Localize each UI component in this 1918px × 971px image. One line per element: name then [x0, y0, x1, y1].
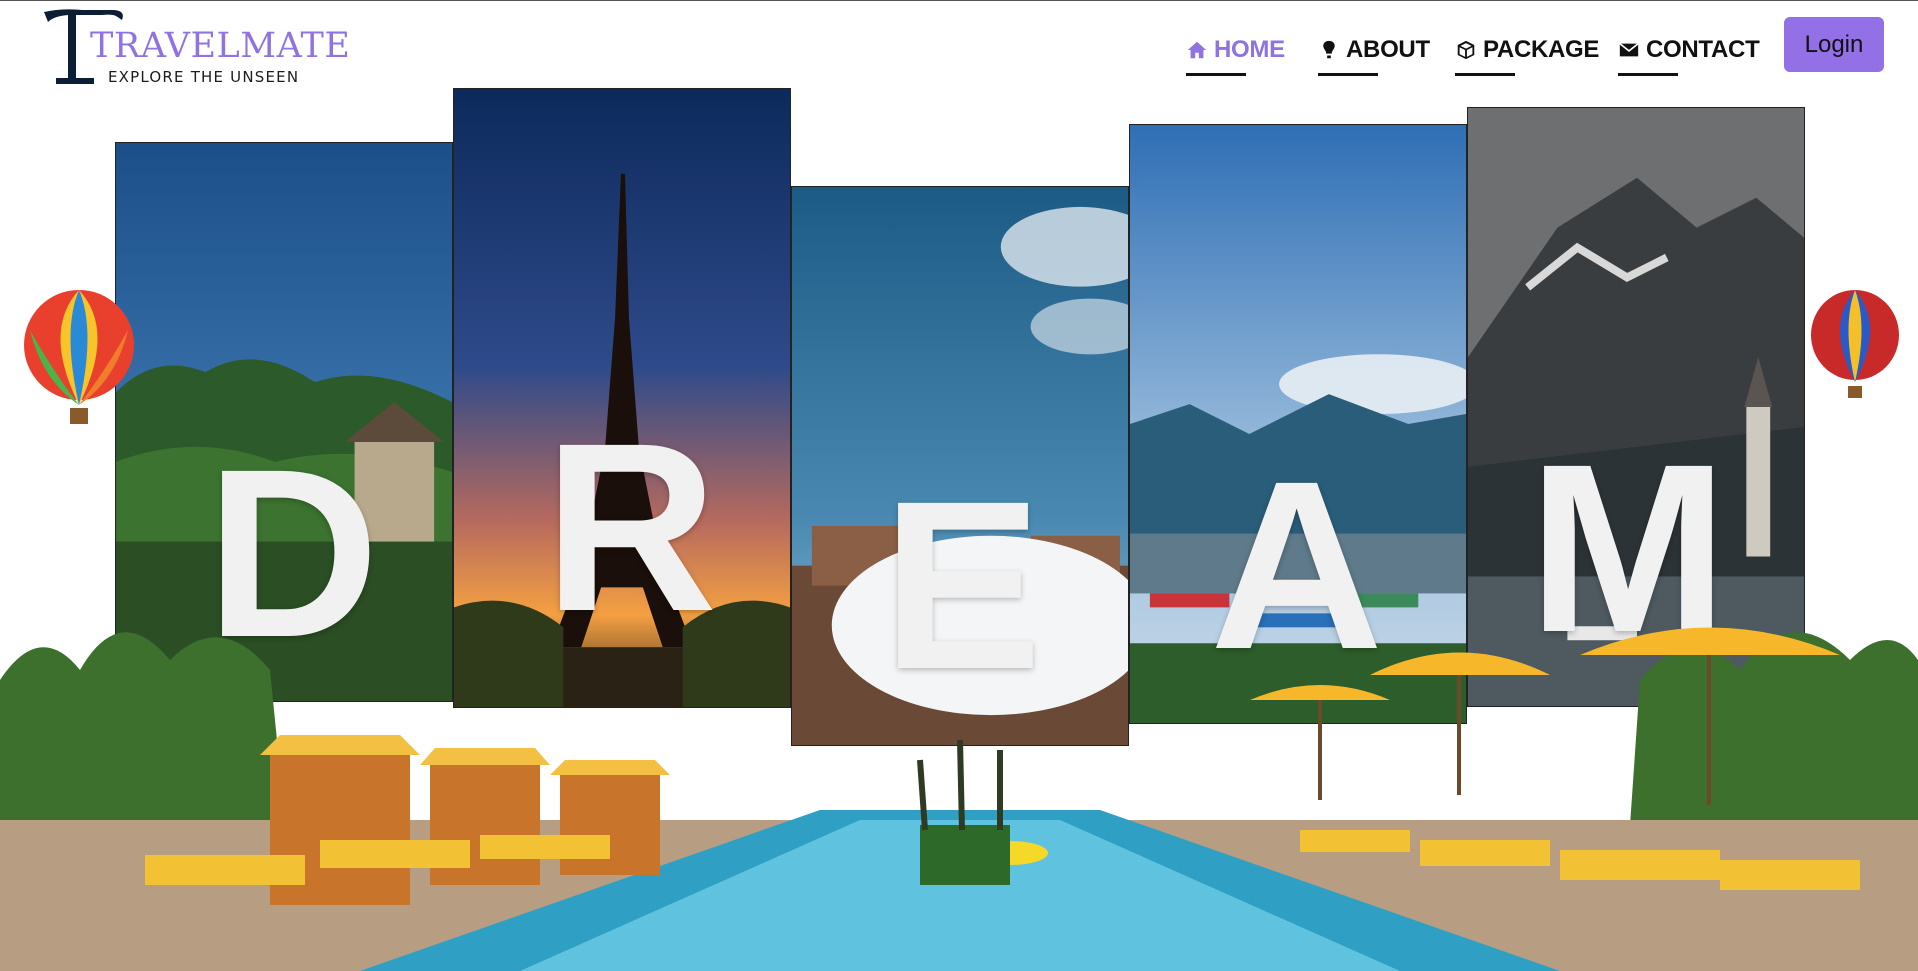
nav-about-underline [1318, 73, 1378, 76]
top-border [0, 0, 1918, 1]
login-button[interactable]: Login [1784, 17, 1884, 72]
nav-contact-label: CONTACT [1646, 36, 1760, 63]
nav-package-label: PACKAGE [1483, 36, 1600, 63]
resort-pool-illustration [0, 627, 1918, 971]
hot-air-balloon-icon [24, 290, 134, 424]
nav-about-label: ABOUT [1346, 36, 1430, 63]
nav-package[interactable]: PACKAGE [1455, 30, 1600, 76]
hot-air-balloon-icon [1811, 290, 1899, 398]
brand-name: TRAVELMATE [90, 26, 351, 66]
nav-package-underline [1455, 73, 1515, 76]
nav-contact[interactable]: CONTACT [1618, 30, 1760, 76]
envelope-icon [1619, 42, 1639, 57]
nav-home[interactable]: HOME [1186, 30, 1285, 76]
nav-contact-underline [1618, 73, 1678, 76]
box-icon [1457, 40, 1475, 60]
nav-home-underline [1186, 73, 1246, 76]
nav-home-label: HOME [1214, 36, 1285, 63]
brand-logo[interactable]: TRAVELMATE EXPLORE THE UNSEEN [42, 6, 350, 86]
brand-tagline: EXPLORE THE UNSEEN [108, 68, 300, 86]
home-icon [1187, 41, 1207, 59]
bulb-icon [1323, 40, 1335, 59]
nav-about[interactable]: ABOUT [1318, 30, 1430, 76]
